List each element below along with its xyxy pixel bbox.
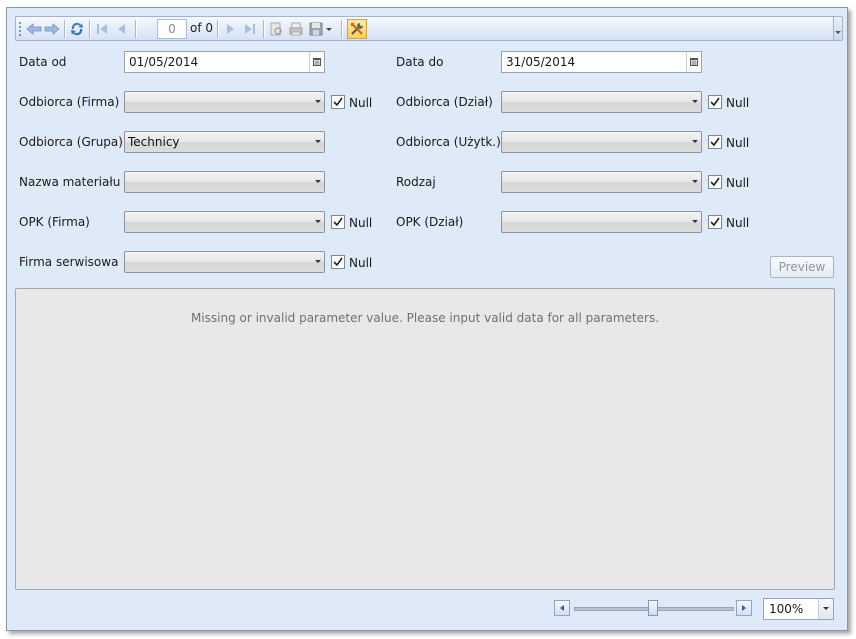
zoom-in-button[interactable] (736, 600, 752, 616)
opk-dzial-null-label: Null (726, 216, 750, 230)
chevron-down-icon (315, 140, 321, 143)
chevron-down-icon[interactable] (818, 599, 833, 619)
chevron-down-icon (692, 220, 698, 223)
last-page-icon[interactable] (241, 20, 259, 38)
back-icon[interactable] (25, 20, 43, 38)
first-page-icon[interactable] (93, 20, 111, 38)
label-firma-serwisowa: Firma serwisowa (19, 255, 119, 269)
label-odbiorca-grupa: Odbiorca (Grupa) (19, 135, 123, 149)
odbiorca-dzial-select[interactable] (501, 91, 702, 113)
toolbar-overflow-button[interactable] (833, 17, 842, 40)
label-opk-firma: OPK (Firma) (19, 215, 90, 229)
label-odbiorca-dzial: Odbiorca (Dział) (396, 95, 493, 109)
page-number-input[interactable]: 0 (157, 19, 187, 39)
firma-serwisowa-select[interactable] (124, 251, 325, 273)
preview-button[interactable]: Preview (770, 256, 834, 278)
report-viewer-window: 0 of 0 Data od 01/05/2014 Odbiorca (Firm… (6, 7, 848, 631)
odbiorca-uzytk-null-label: Null (726, 136, 750, 150)
odbiorca-dzial-null-label: Null (726, 96, 750, 110)
data-do-value: 31/05/2014 (506, 55, 576, 69)
print-layout-icon[interactable] (267, 20, 285, 38)
zoom-out-button[interactable] (554, 600, 570, 616)
chevron-down-icon (315, 100, 321, 103)
odbiorca-uzytk-select[interactable] (501, 131, 702, 153)
chevron-down-icon (315, 180, 321, 183)
grip-icon (19, 22, 21, 36)
toolbar-separator (341, 20, 343, 38)
tools-icon[interactable] (347, 19, 367, 39)
data-od-value: 01/05/2014 (129, 55, 199, 69)
rodzaj-select[interactable] (501, 171, 702, 193)
rodzaj-null-label: Null (726, 176, 750, 190)
calendar-icon[interactable] (309, 52, 324, 72)
calendar-icon[interactable] (686, 52, 701, 72)
page-count-label: of 0 (190, 21, 214, 35)
zoom-level-value: 100% (769, 602, 804, 616)
next-page-icon[interactable] (221, 20, 239, 38)
toolbar-separator (64, 20, 66, 38)
previous-page-icon[interactable] (113, 20, 131, 38)
chevron-down-icon (692, 180, 698, 183)
chevron-down-icon (692, 100, 698, 103)
opk-firma-select[interactable] (124, 211, 325, 233)
chevron-down-icon (692, 140, 698, 143)
zoom-level-select[interactable]: 100% (763, 598, 834, 620)
opk-firma-null-checkbox[interactable] (331, 215, 345, 229)
odbiorca-uzytk-null-checkbox[interactable] (708, 135, 722, 149)
opk-dzial-null-checkbox[interactable] (708, 215, 722, 229)
print-icon[interactable] (287, 20, 305, 38)
report-toolbar: 0 of 0 (15, 16, 843, 41)
refresh-icon[interactable] (68, 20, 86, 38)
opk-firma-null-label: Null (349, 216, 373, 230)
toolbar-separator (89, 20, 91, 38)
firma-serwisowa-null-label: Null (349, 256, 373, 270)
label-odbiorca-uzytk: Odbiorca (Użytk.) (396, 135, 501, 149)
label-rodzaj: Rodzaj (396, 175, 436, 189)
odbiorca-firma-select[interactable] (124, 91, 325, 113)
chevron-down-icon (315, 260, 321, 263)
toolbar-separator (135, 20, 137, 38)
data-od-input[interactable]: 01/05/2014 (124, 51, 325, 73)
forward-icon[interactable] (43, 20, 61, 38)
chevron-down-icon (315, 220, 321, 223)
viewer-message: Missing or invalid parameter value. Plea… (190, 311, 660, 325)
odbiorca-grupa-value: Technicy (128, 135, 180, 149)
label-opk-dzial: OPK (Dział) (396, 215, 464, 229)
opk-dzial-select[interactable] (501, 211, 702, 233)
label-nazwa-materialu: Nazwa materiału (19, 175, 121, 189)
odbiorca-grupa-select[interactable]: Technicy (124, 131, 325, 153)
save-dropdown-icon[interactable] (324, 20, 334, 38)
zoom-thumb[interactable] (648, 600, 658, 616)
nazwa-materialu-select[interactable] (124, 171, 325, 193)
save-icon[interactable] (307, 20, 325, 38)
label-data-od: Data od (19, 55, 67, 69)
toolbar-separator (217, 20, 219, 38)
zoom-slider[interactable] (554, 600, 752, 616)
label-data-do: Data do (396, 55, 444, 69)
odbiorca-firma-null-checkbox[interactable] (331, 95, 345, 109)
label-odbiorca-firma: Odbiorca (Firma) (19, 95, 120, 109)
report-viewer-area: Missing or invalid parameter value. Plea… (15, 288, 835, 590)
rodzaj-null-checkbox[interactable] (708, 175, 722, 189)
firma-serwisowa-null-checkbox[interactable] (331, 255, 345, 269)
data-do-input[interactable]: 31/05/2014 (501, 51, 702, 73)
toolbar-separator (263, 20, 265, 38)
odbiorca-dzial-null-checkbox[interactable] (708, 95, 722, 109)
odbiorca-firma-null-label: Null (349, 96, 373, 110)
